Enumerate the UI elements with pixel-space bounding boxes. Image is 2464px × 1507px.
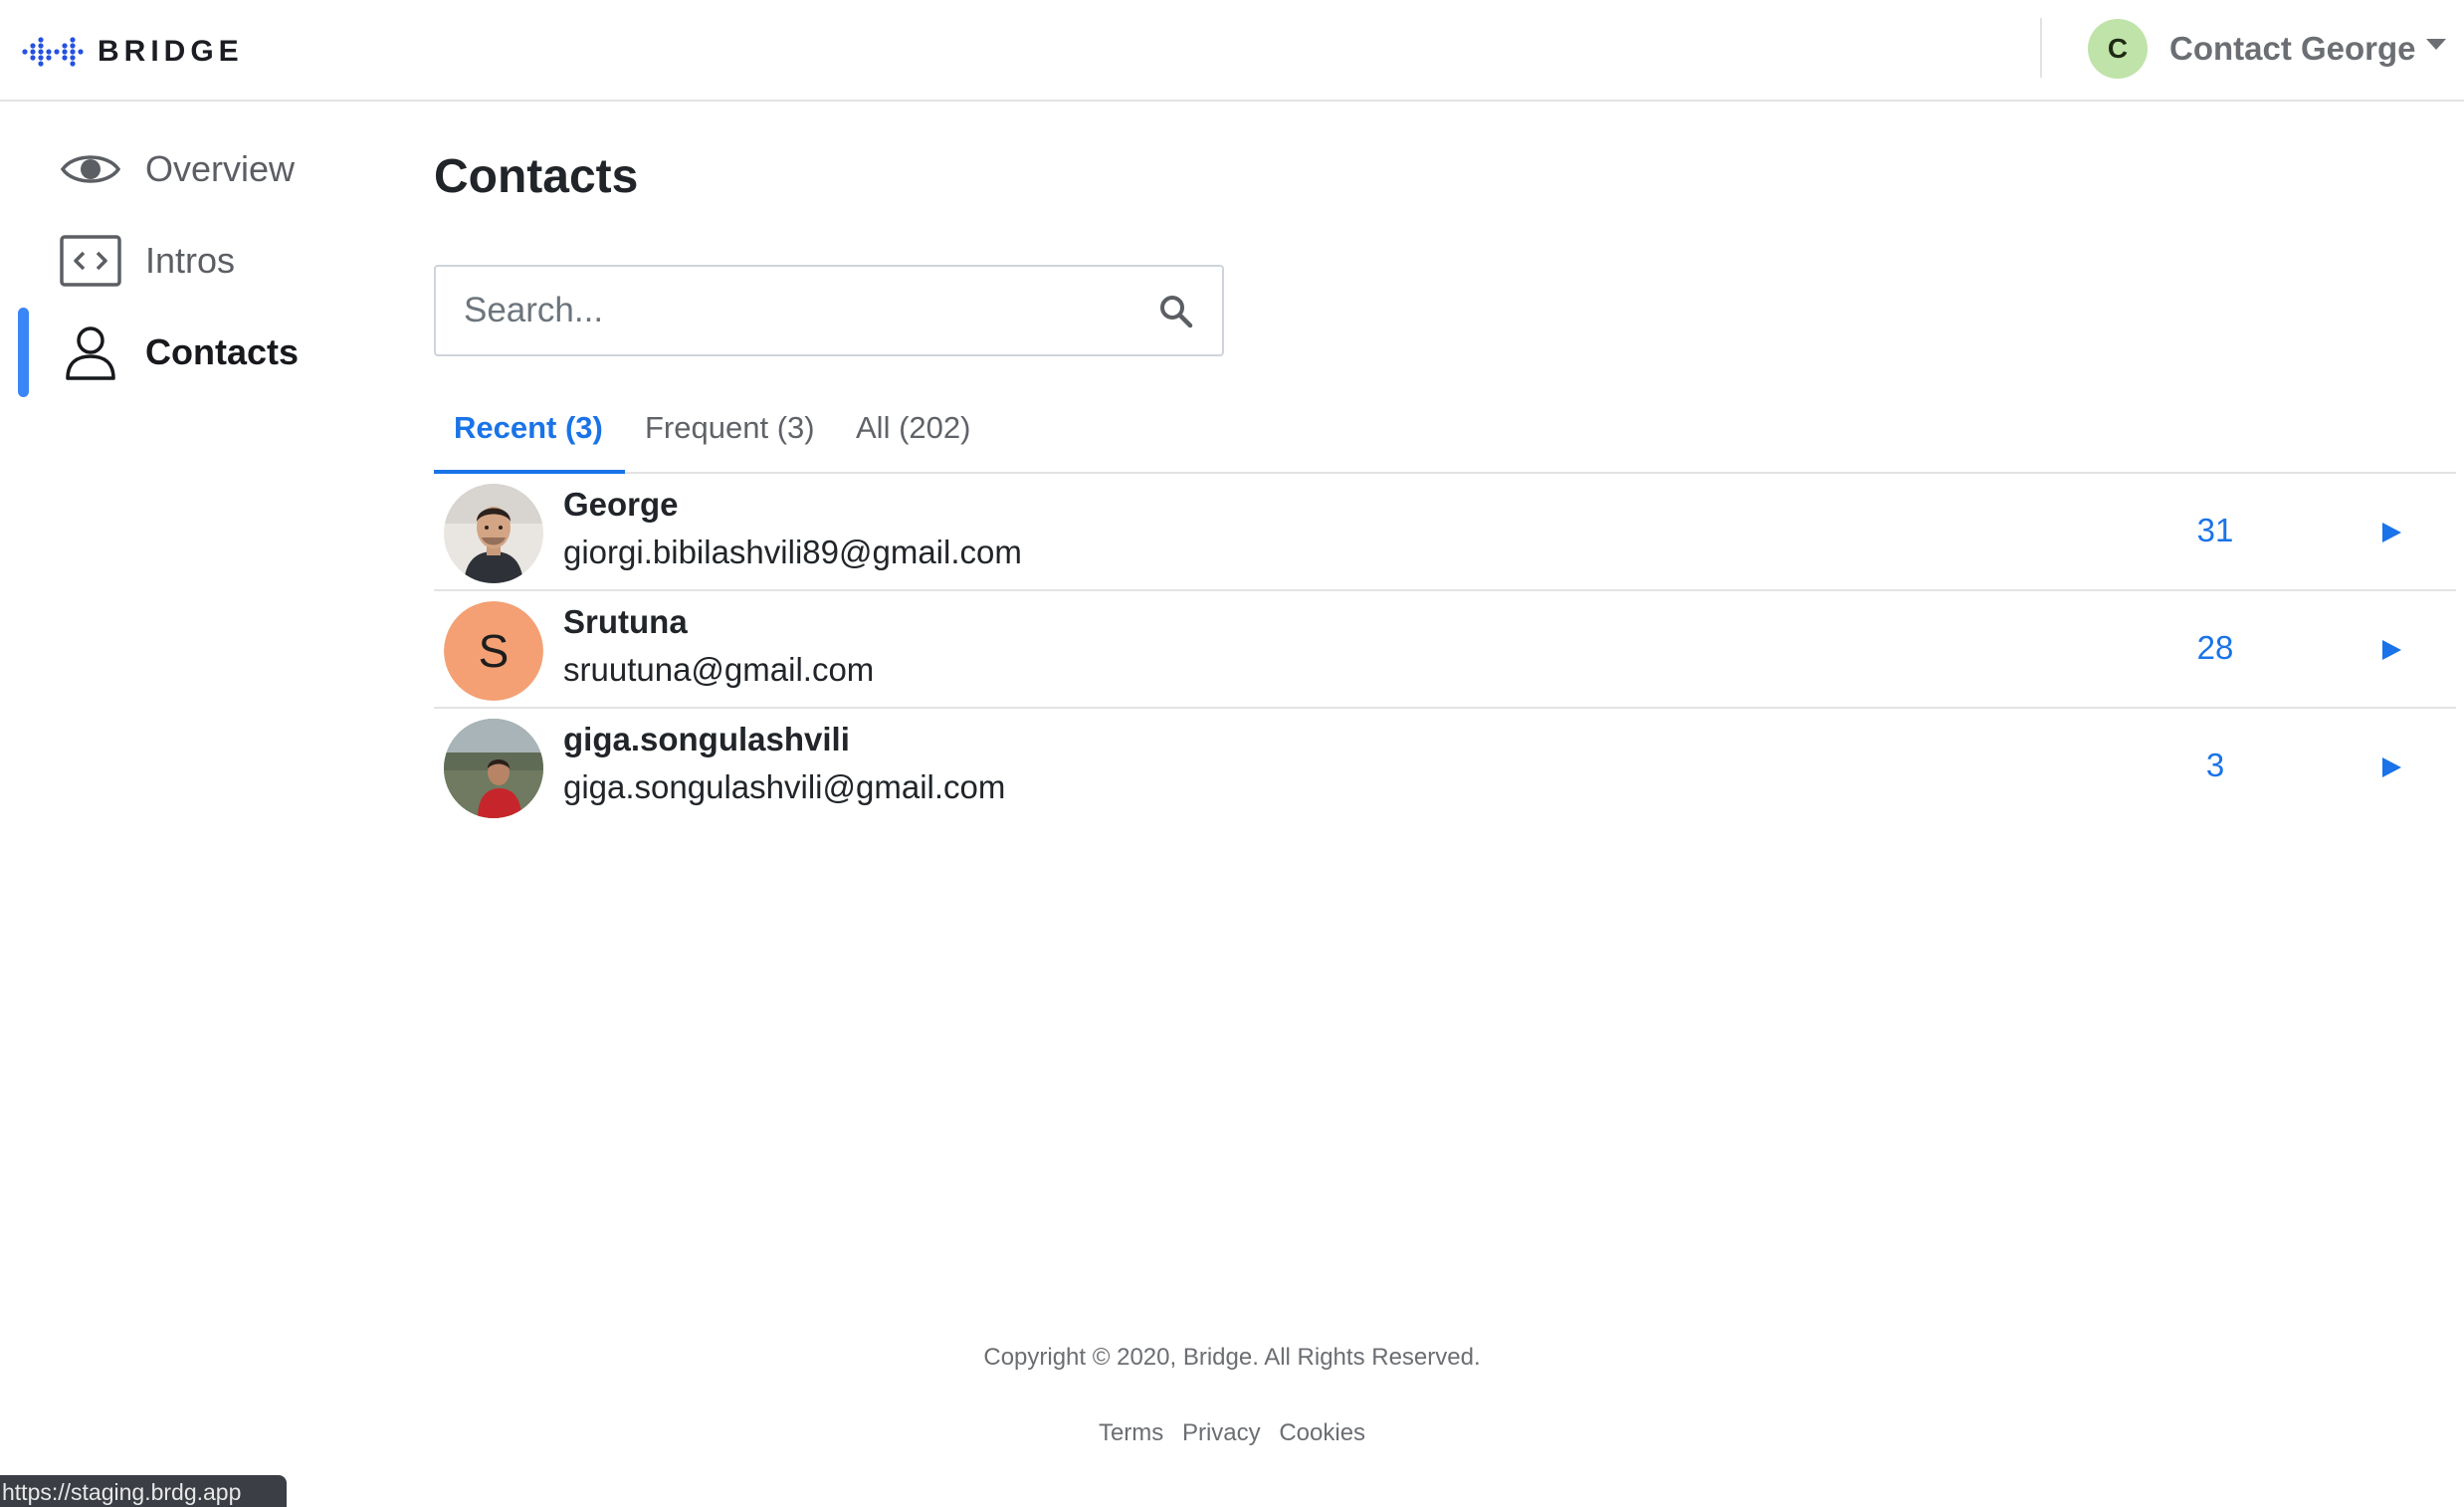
copyright-text: Copyright © 2020, Bridge. All Rights Res…	[983, 1344, 1481, 1371]
logo-dots-icon	[22, 37, 84, 67]
avatar: S	[444, 601, 543, 701]
avatar	[444, 484, 543, 583]
contact-row[interactable]: George giorgi.bibilashvili89@gmail.com 3…	[434, 474, 2456, 591]
privacy-link[interactable]: Privacy	[1182, 1419, 1261, 1446]
avatar	[444, 719, 543, 818]
sidebar-item-label: Overview	[145, 148, 296, 189]
play-icon[interactable]	[2378, 520, 2404, 545]
footer-links: Terms Privacy Cookies	[0, 1419, 2464, 1447]
page-title: Contacts	[434, 150, 639, 203]
logo-text: BRIDGE	[98, 35, 244, 68]
contact-name: Srutuna	[563, 603, 688, 640]
contacts-tabs: Recent (3) Frequent (3) All (202)	[434, 398, 2456, 474]
contact-count[interactable]: 3	[2165, 747, 2265, 784]
code-brackets-icon	[58, 228, 123, 294]
account-avatar: C	[2088, 19, 2148, 79]
active-nav-indicator	[18, 308, 29, 397]
play-icon[interactable]	[2378, 637, 2404, 663]
caret-down-icon	[2425, 38, 2446, 50]
eye-icon	[58, 136, 123, 202]
contact-email: giga.songulashvili@gmail.com	[563, 768, 1006, 805]
top-header: BRIDGE C Contact George	[0, 0, 2464, 102]
tab-frequent[interactable]: Frequent (3)	[645, 410, 815, 446]
contact-row[interactable]: S Srutuna sruutuna@gmail.com 28	[434, 591, 2456, 709]
sidebar-item-label: Intros	[145, 240, 236, 281]
contact-list: George giorgi.bibilashvili89@gmail.com 3…	[434, 474, 2456, 826]
sidebar-item-label: Contacts	[145, 331, 300, 372]
contact-count[interactable]: 31	[2165, 512, 2265, 549]
contact-name: giga.songulashvili	[563, 721, 850, 757]
contact-name: George	[563, 486, 679, 523]
account-name: Contact George	[2169, 30, 2416, 67]
sidebar-item-intros[interactable]: Intros	[0, 215, 388, 307]
search-box	[434, 265, 1224, 356]
header-divider	[2040, 18, 2042, 78]
account-menu-button[interactable]: C Contact George	[2088, 18, 2446, 80]
tab-recent[interactable]: Recent (3)	[454, 410, 603, 446]
contact-row[interactable]: giga.songulashvili giga.songulashvili@gm…	[434, 709, 2456, 826]
terms-link[interactable]: Terms	[1099, 1419, 1163, 1446]
search-input[interactable]	[464, 267, 1140, 354]
search-icon[interactable]	[1158, 294, 1194, 329]
play-icon[interactable]	[2378, 754, 2404, 780]
sidebar-item-contacts[interactable]: Contacts	[0, 307, 388, 398]
person-icon	[58, 320, 123, 385]
bridge-logo[interactable]: BRIDGE	[22, 30, 244, 74]
contact-email: sruutuna@gmail.com	[563, 651, 875, 688]
contact-count[interactable]: 28	[2165, 629, 2265, 667]
contact-email: giorgi.bibilashvili89@gmail.com	[563, 534, 1022, 570]
status-bar-url: https://staging.brdg.app	[0, 1475, 287, 1507]
cookies-link[interactable]: Cookies	[1279, 1419, 1365, 1446]
sidebar-item-overview[interactable]: Overview	[0, 123, 388, 215]
avatar-initial: S	[444, 601, 543, 701]
tab-all[interactable]: All (202)	[856, 410, 970, 446]
